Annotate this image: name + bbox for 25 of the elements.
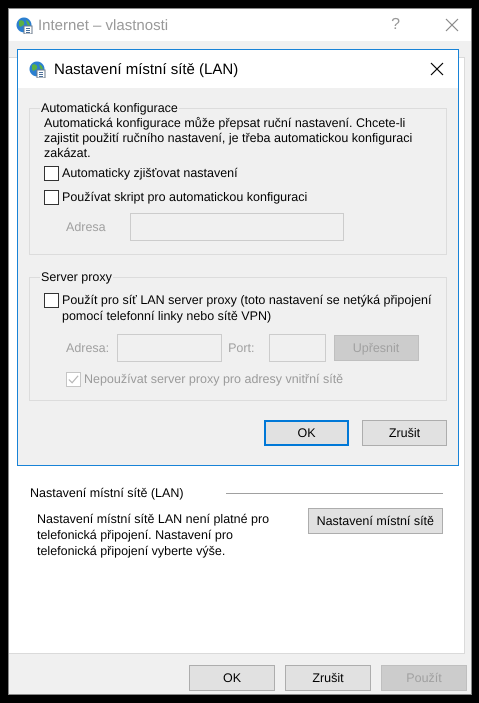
checkbox[interactable] (44, 293, 59, 308)
checkbox-label: Nepoužívat server proxy pro adresy vnitřní sítě (84, 371, 344, 387)
group-legend: Server proxy (40, 270, 113, 284)
checkbox-label: Použít pro síť LAN server proxy (toto nastavení se netýká připojení pomocí telefonní linky nebo sítě VPN) (62, 292, 432, 324)
checkbox-label: Automaticky zjišťovat nastavení (62, 165, 238, 181)
checkbox[interactable] (44, 190, 59, 205)
cancel-button[interactable]: Zrušit (362, 420, 447, 446)
group-legend: Automatická konfigurace (40, 101, 179, 115)
close-icon[interactable] (430, 62, 444, 76)
field-label: Adresa: (66, 341, 110, 355)
description-text: Automatická konfigurace může přepsat ruční nastavení. Chcete-li zajistit použití ručního nastavení, je třeba automatickou konfiguraci zakázat. (44, 116, 414, 161)
ok-button[interactable]: OK (264, 420, 349, 446)
cancel-button[interactable]: Zrušit (285, 665, 371, 691)
ok-button[interactable]: OK (189, 665, 275, 691)
dialog-title: Nastavení místní sítě (LAN) (54, 60, 240, 78)
globe-icon (16, 16, 33, 34)
section-heading: Nastavení místní sítě (LAN) (30, 486, 184, 500)
section-description: Nastavení místní sítě LAN není platné pro telefonická připojení. Nastavení pro telefonická připojení vyberte výše. (37, 511, 270, 559)
checkbox-label: Používat skript pro automatickou konfiguraci (62, 189, 308, 205)
checkbox[interactable] (44, 166, 59, 181)
field-label: Port: (228, 341, 254, 355)
field-label: Adresa (66, 220, 107, 234)
lan-settings-button[interactable]: Nastavení místní sítě (308, 508, 443, 534)
window-title: Internet – vlastnosti (38, 16, 170, 34)
globe-icon (29, 60, 46, 78)
